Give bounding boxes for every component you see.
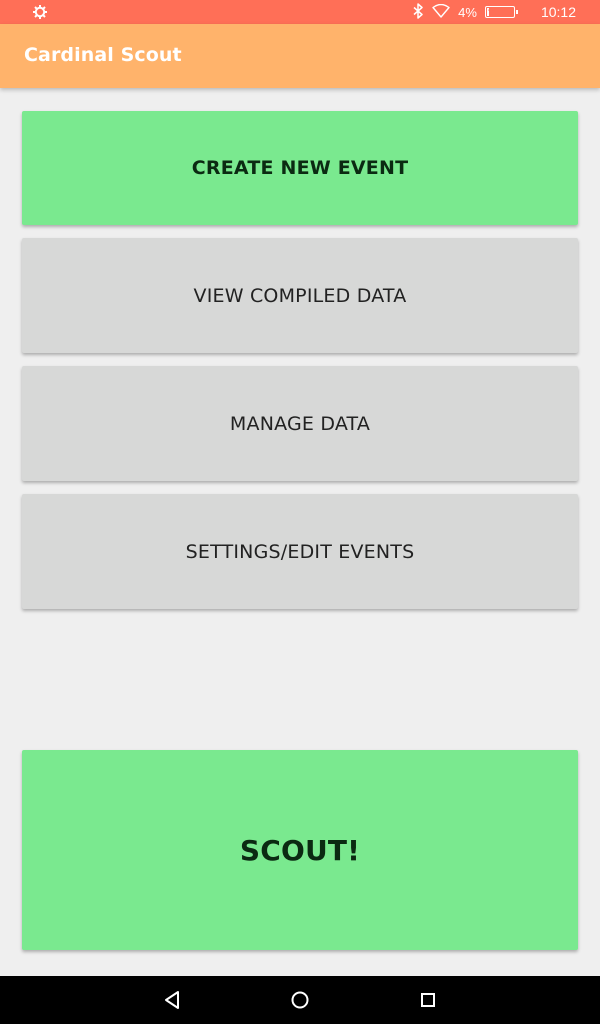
app-title: Cardinal Scout (24, 44, 182, 66)
manage-data-button[interactable]: MANAGE DATA (22, 366, 578, 481)
app-bar: Cardinal Scout (0, 24, 600, 88)
home-icon[interactable] (288, 988, 312, 1012)
view-compiled-data-button[interactable]: VIEW COMPILED DATA (22, 238, 578, 353)
view-compiled-data-label: VIEW COMPILED DATA (193, 284, 407, 307)
bluetooth-icon (412, 2, 424, 22)
settings-edit-events-label: SETTINGS/EDIT EVENTS (185, 540, 415, 563)
status-bar: 4% + 10:12 (0, 0, 600, 24)
settings-icon (32, 4, 48, 20)
manage-data-label: MANAGE DATA (229, 412, 371, 435)
create-new-event-button[interactable]: CREATE NEW EVENT (22, 111, 578, 225)
back-icon[interactable] (160, 988, 184, 1012)
settings-edit-events-button[interactable]: SETTINGS/EDIT EVENTS (22, 494, 578, 609)
battery-percent: 4% (458, 4, 477, 20)
battery-icon: + (484, 5, 518, 18)
recent-apps-icon[interactable] (416, 988, 440, 1012)
charging-plus-icon: + (487, 5, 495, 17)
navigation-bar (0, 976, 600, 1024)
clock: 10:12 (540, 4, 576, 20)
scout-label: SCOUT! (239, 833, 361, 867)
create-new-event-label: CREATE NEW EVENT (191, 157, 409, 179)
wifi-icon (432, 3, 450, 21)
scout-button[interactable]: SCOUT! (22, 750, 578, 950)
